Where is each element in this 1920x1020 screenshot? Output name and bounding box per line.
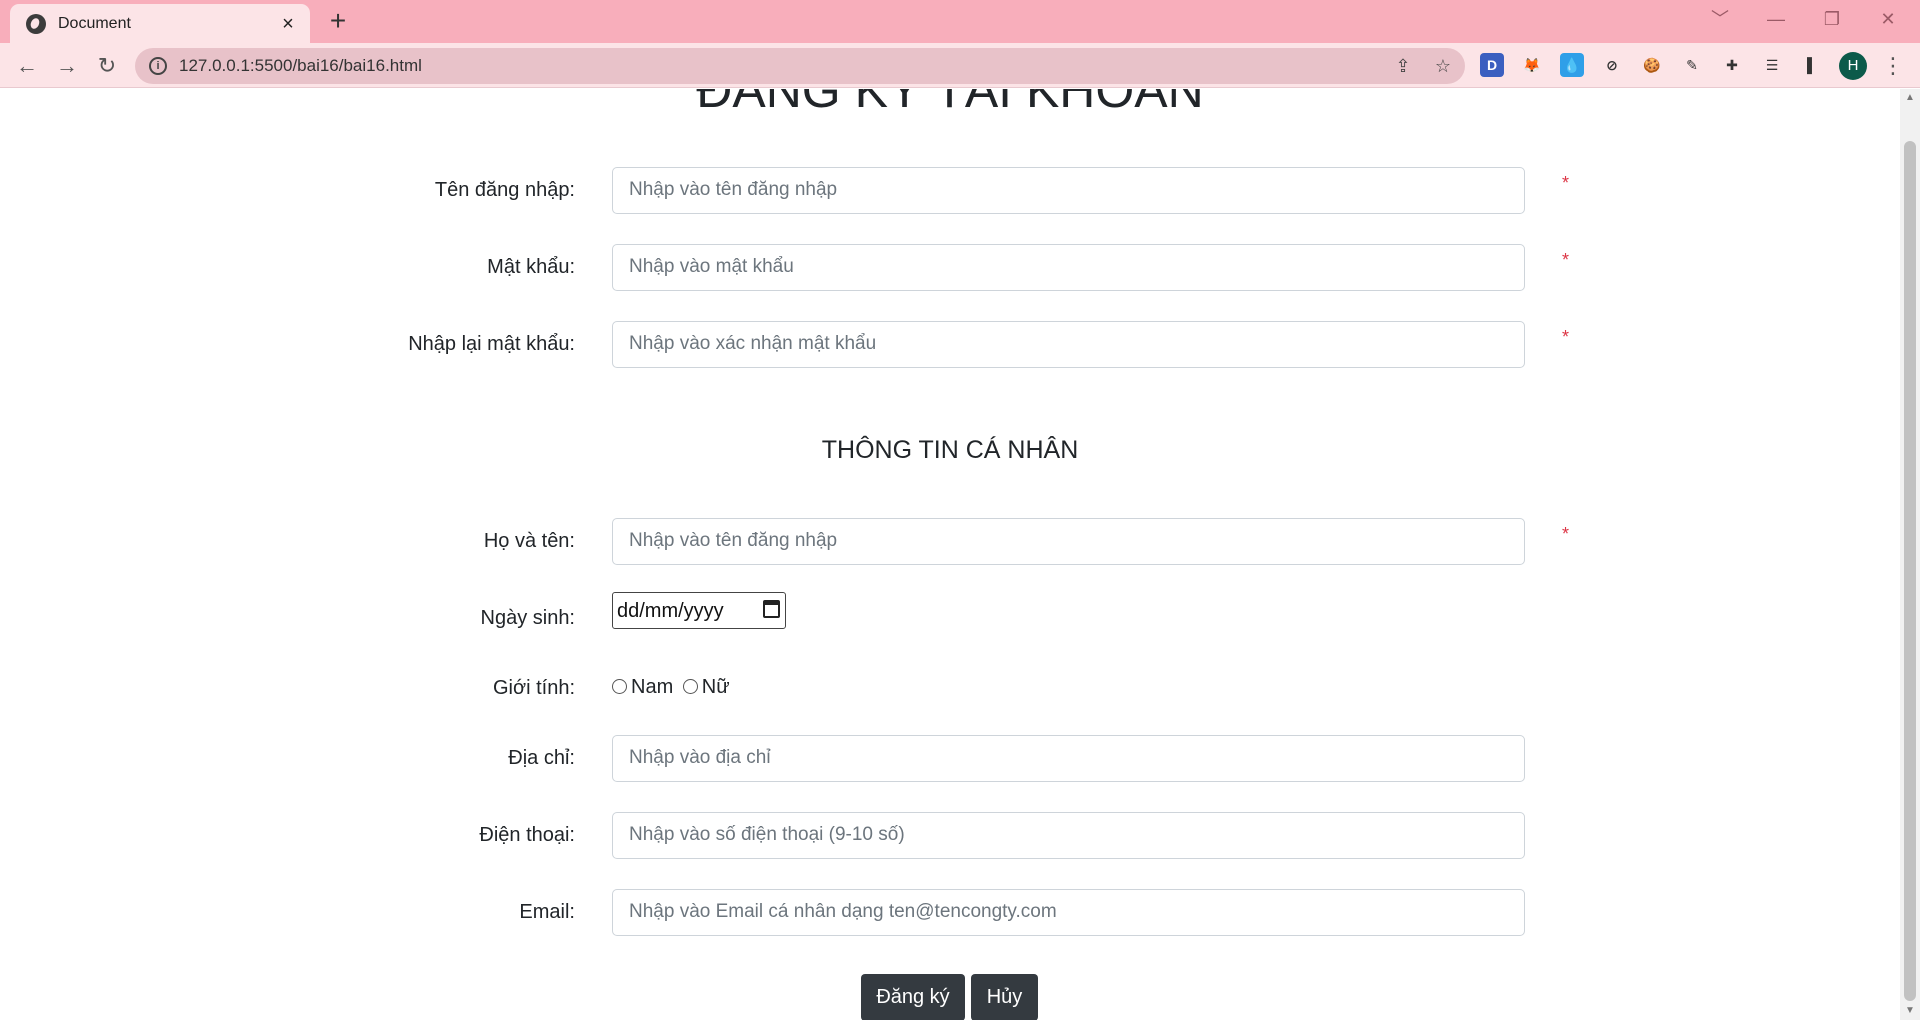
compass-extension-icon[interactable]: ⊘ — [1600, 53, 1624, 77]
password-input[interactable]: Nhập vào mật khẩu — [612, 244, 1525, 291]
page-title: ĐĂNG KÝ TÀI KHOẢN — [696, 89, 1204, 118]
address-input[interactable]: Nhập vào địa chỉ — [612, 735, 1525, 782]
password-row: Mật khẩu: Nhập vào mật khẩu * — [0, 244, 1900, 316]
minimize-button[interactable]: — — [1748, 0, 1804, 40]
metamask-fox-icon[interactable]: 🦊 — [1520, 53, 1544, 77]
birthday-label: Ngày sinh: — [480, 607, 576, 629]
eyedropper-extension-icon[interactable]: ✎ — [1680, 53, 1704, 77]
browser-toolbar: ← → ↻ i 127.0.0.1:5500/bai16/bai16.html … — [0, 43, 1920, 88]
birthday-row: Ngày sinh: dd/mm/yyyy — [0, 592, 1900, 667]
side-panel-icon[interactable]: ▌ — [1800, 53, 1824, 77]
reading-list-icon[interactable]: ☰ — [1760, 53, 1784, 77]
restore-button[interactable]: ❐ — [1804, 0, 1860, 40]
close-window-button[interactable]: ✕ — [1860, 0, 1916, 40]
username-label: Tên đăng nhập: — [434, 179, 575, 201]
forward-arrow-icon[interactable]: → — [50, 49, 84, 83]
gender-row: Giới tính: Nam Nữ — [0, 676, 1900, 737]
address-bar[interactable]: i 127.0.0.1:5500/bai16/bai16.html ⇪ ☆ — [135, 48, 1465, 84]
drop-extension-icon[interactable]: 💧 — [1560, 53, 1584, 77]
confirm-password-input[interactable]: Nhập vào xác nhận mật khẩu — [612, 321, 1525, 368]
confirm-password-label: Nhập lại mật khẩu: — [408, 333, 575, 355]
username-input[interactable]: Nhập vào tên đăng nhập — [612, 167, 1525, 214]
fullname-row: Họ và tên: Nhập vào tên đăng nhập * — [0, 518, 1900, 590]
phone-row: Điện thoại: Nhập vào số điện thoại (9-10… — [0, 812, 1900, 884]
puzzle-extensions-icon[interactable]: ✚ — [1720, 53, 1744, 77]
button-row: Đăng ký Hủy — [0, 974, 1900, 1020]
more-menu-icon[interactable]: ⋮ — [1876, 49, 1910, 83]
date-format-text: dd/mm/yyyy — [617, 600, 724, 622]
email-label: Email: — [519, 901, 575, 923]
page-viewport: ĐĂNG KÝ TÀI KHOẢN Tên đăng nhập: Nhập và… — [0, 89, 1900, 1020]
share-icon[interactable]: ⇪ — [1391, 54, 1415, 78]
fullname-input[interactable]: Nhập vào tên đăng nhập — [612, 518, 1525, 565]
email-input[interactable]: Nhập vào Email cá nhân dạng ten@tencongt… — [612, 889, 1525, 936]
address-row: Địa chỉ: Nhập vào địa chỉ — [0, 735, 1900, 807]
required-marker: * — [1562, 524, 1570, 544]
gender-radio-group: Nam Nữ — [612, 676, 734, 699]
register-button[interactable]: Đăng ký — [861, 974, 965, 1020]
required-marker: * — [1562, 250, 1570, 270]
email-row: Email: Nhập vào Email cá nhân dạng ten@t… — [0, 889, 1900, 961]
gender-label: Giới tính: — [492, 677, 575, 699]
phone-input[interactable]: Nhập vào số điện thoại (9-10 số) — [612, 812, 1525, 859]
gender-option-male[interactable]: Nam — [631, 676, 673, 698]
gender-radio-female[interactable] — [682, 679, 698, 694]
vertical-scrollbar[interactable]: ▲ ▼ — [1900, 89, 1920, 1020]
confirm-password-row: Nhập lại mật khẩu: Nhập vào xác nhận mật… — [0, 321, 1900, 393]
gender-option-female[interactable]: Nữ — [702, 676, 730, 698]
required-marker: * — [1562, 327, 1570, 347]
tab-title: Document — [58, 14, 131, 32]
username-row: Tên đăng nhập: Nhập vào tên đăng nhập * — [0, 167, 1900, 239]
d-extension-icon[interactable]: D — [1480, 53, 1504, 77]
fullname-label: Họ và tên: — [483, 530, 575, 552]
back-arrow-icon[interactable]: ← — [10, 49, 44, 83]
browser-titlebar: Document × + ﹀ — ❐ ✕ — [0, 0, 1920, 43]
phone-label: Điện thoại: — [479, 824, 575, 846]
section-title: THÔNG TIN CÁ NHÂN — [821, 436, 1079, 464]
scroll-up-icon[interactable]: ▲ — [1904, 92, 1916, 104]
scroll-down-icon[interactable]: ▼ — [1904, 1005, 1916, 1017]
url-text[interactable]: 127.0.0.1:5500/bai16/bai16.html — [179, 56, 422, 76]
birthday-date-input[interactable]: dd/mm/yyyy — [612, 592, 786, 629]
required-marker: * — [1562, 173, 1570, 193]
site-info-icon[interactable]: i — [149, 57, 167, 75]
gender-radio-male[interactable] — [612, 679, 627, 694]
address-label: Địa chỉ: — [508, 747, 575, 769]
tab-search-icon[interactable]: ﹀ — [1692, 0, 1748, 40]
browser-tab[interactable]: Document × — [10, 4, 310, 43]
new-tab-button[interactable]: + — [322, 6, 354, 38]
calendar-icon[interactable] — [763, 600, 780, 618]
cookie-extension-icon[interactable]: 🍪 — [1640, 53, 1664, 77]
cancel-button[interactable]: Hủy — [971, 974, 1038, 1020]
scrollbar-thumb[interactable] — [1904, 141, 1916, 1001]
reload-icon[interactable]: ↻ — [90, 49, 124, 83]
bookmark-star-icon[interactable]: ☆ — [1431, 54, 1455, 78]
password-label: Mật khẩu: — [487, 256, 575, 278]
close-tab-icon[interactable]: × — [278, 14, 298, 34]
profile-avatar[interactable]: H — [1839, 52, 1867, 80]
globe-icon — [26, 13, 46, 34]
